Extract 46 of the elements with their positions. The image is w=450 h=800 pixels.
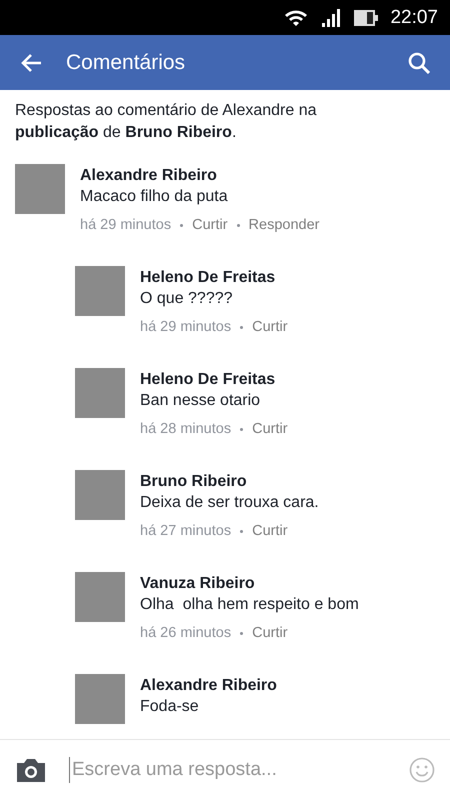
comment-text: Deixa de ser trouxa cara. [140, 493, 319, 513]
author-name[interactable]: Alexandre Ribeiro [80, 165, 320, 186]
separator-dot [240, 428, 244, 430]
action-link[interactable]: Curtir [252, 421, 288, 437]
battery-icon [354, 10, 378, 26]
avatar-placeholder[interactable] [15, 164, 65, 214]
action-link[interactable]: Curtir [252, 319, 288, 335]
separator-dot [236, 224, 240, 226]
action-link[interactable]: Curtir [252, 625, 288, 641]
comment-time: há 28 minutos [140, 421, 232, 437]
author-name[interactable]: Heleno De Freitas [140, 369, 288, 390]
context-text: Respostas ao comentário de Alexandre na publicação de Bruno Ribeiro. [15, 101, 318, 143]
camera-icon[interactable] [15, 757, 47, 783]
author-name[interactable]: Heleno De Freitas [140, 267, 288, 288]
action-link[interactable]: Curtir [252, 523, 288, 539]
smiley-icon[interactable] [409, 757, 435, 783]
comment-text: Foda-se [140, 697, 200, 717]
comment-time: há 29 minutos [80, 217, 172, 233]
avatar-placeholder[interactable] [75, 674, 125, 724]
wifi-icon [284, 8, 308, 26]
author-name[interactable]: Bruno Ribeiro [140, 471, 319, 492]
comment-text: Olha olha hem respeito e bom [140, 595, 359, 615]
action-link[interactable]: Responder [248, 217, 320, 233]
reply-input[interactable]: Escreva uma resposta... [69, 757, 387, 783]
signal-icon [320, 8, 342, 26]
comment-time: há 27 minutos [140, 523, 232, 539]
separator-dot [240, 530, 244, 532]
comment-text: O que ????? [140, 289, 234, 309]
comment-text: Macaco filho da puta [80, 187, 229, 207]
separator-dot [240, 632, 244, 634]
author-name[interactable]: Vanuza Ribeiro [140, 573, 359, 594]
search-icon[interactable] [408, 52, 430, 74]
comment-text: Ban nesse otario [140, 391, 262, 411]
action-link[interactable]: Curtir [192, 217, 228, 233]
separator-dot [240, 326, 244, 328]
avatar-placeholder[interactable] [75, 368, 125, 418]
back-arrow-icon[interactable] [20, 52, 42, 72]
comment-time: há 26 minutos [140, 625, 232, 641]
screen-title: Comentários [66, 50, 186, 74]
separator-dot [180, 224, 184, 226]
avatar-placeholder[interactable] [75, 266, 125, 316]
comment-time: há 29 minutos [140, 319, 232, 335]
avatar-placeholder[interactable] [75, 470, 125, 520]
author-name[interactable]: Alexandre Ribeiro [140, 675, 277, 696]
avatar-placeholder[interactable] [75, 572, 125, 622]
clock-time: 22:07 [390, 6, 438, 28]
